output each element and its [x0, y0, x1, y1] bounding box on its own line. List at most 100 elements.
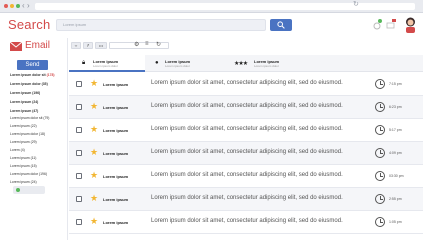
clock-icon [375, 79, 385, 89]
maximize-window-dot[interactable] [16, 4, 20, 8]
email-snippet: Lorem ipsum dolor sit amet, consectetur … [151, 80, 343, 86]
envelope-icon [10, 42, 22, 51]
row-checkbox[interactable] [76, 173, 82, 179]
email-row[interactable]: ★ Lorem ipsum Lorem ipsum dolor sit amet… [69, 119, 423, 142]
folder-item[interactable]: Lorem ipsum (29) [10, 140, 37, 144]
search-input[interactable]: Lorem ipsum [56, 19, 266, 31]
star-icon[interactable]: ★ [90, 216, 98, 227]
email-row[interactable]: ★ Lorem ipsum Lorem ipsum dolor sit amet… [69, 211, 423, 234]
email-sender: Lorem ipsum [103, 220, 129, 225]
three-stars-icon: ★★★ [234, 61, 248, 67]
minimize-window-dot[interactable] [10, 4, 14, 8]
folder-item-label: Lorem ipsum [10, 164, 30, 168]
row-checkbox[interactable] [76, 81, 82, 87]
folder-item-label: Lorem ipsum dolor sit [10, 116, 43, 120]
clock-icon [375, 102, 385, 112]
email-snippet: Lorem ipsum dolor sit amet, consectetur … [151, 172, 343, 178]
tab-primary[interactable]: 🔒︎ Lorem ipsum Lorem ipsum dolor [69, 55, 145, 72]
refresh-icon[interactable]: ↻ [156, 41, 161, 48]
email-row[interactable]: ★ Lorem ipsum Lorem ipsum dolor sit amet… [69, 165, 423, 188]
star-icon[interactable]: ★ [90, 124, 98, 135]
email-row[interactable]: ★ Lorem ipsum Lorem ipsum dolor sit amet… [69, 73, 423, 96]
sidebar-item[interactable]: Lorem ipsum dolor sit (178) [10, 73, 54, 77]
email-snippet: Lorem ipsum dolor sit amet, consectetur … [151, 126, 343, 132]
email-snippet: Lorem ipsum dolor sit amet, consectetur … [151, 218, 343, 224]
mail-tabs: 🔒︎ Lorem ipsum Lorem ipsum dolor ● Lorem… [69, 55, 423, 72]
app-header: Search Lorem ipsum [0, 13, 423, 38]
folder-item[interactable]: Lorem ipsum dolor (18) [10, 132, 45, 136]
notification-icons[interactable] [372, 17, 400, 31]
sidebar-item[interactable]: Lorem ipsum dolor (35) [10, 82, 48, 86]
folder-item[interactable]: Lorem ipsum (15) [10, 164, 37, 168]
email-time: 2:55 pm [389, 197, 402, 201]
row-checkbox[interactable] [76, 104, 82, 110]
sidebar-item[interactable]: Lorem ipsum (196) [10, 91, 40, 95]
folder-item-count: (79) [43, 116, 50, 120]
star-icon[interactable]: ★ [90, 170, 98, 181]
row-checkbox[interactable] [76, 150, 82, 156]
sidebar-item-label: Lorem ipsum [10, 100, 32, 104]
email-row[interactable]: ★ Lorem ipsum Lorem ipsum dolor sit amet… [69, 142, 423, 165]
back-arrow-icon[interactable]: ‹ [22, 1, 25, 10]
row-checkbox[interactable] [76, 127, 82, 133]
email-time: 6:23 pm [389, 105, 402, 109]
reply-button[interactable]: ‹› [71, 42, 81, 49]
send-button[interactable]: Send [17, 60, 48, 70]
folder-item-count: (4) [20, 148, 25, 152]
sidebar-item[interactable]: Lorem ipsum (47) [10, 109, 38, 113]
tab-promotions[interactable]: ★★★ Lorem ipsum Lorem ipsum dolor [225, 55, 301, 72]
row-checkbox[interactable] [76, 196, 82, 202]
mail-icon [386, 19, 396, 29]
menu-icon[interactable]: ≡ [145, 41, 149, 47]
star-icon[interactable]: ★ [90, 147, 98, 158]
folder-item-label: Lorem [10, 148, 20, 152]
search-icon [277, 21, 285, 29]
toolbar: ‹› ↱ ••• ⚙ ≡ ↻ [69, 38, 423, 55]
folder-item-count: (29) [30, 140, 37, 144]
email-time: 03:30 pm [389, 174, 404, 178]
search-button[interactable] [270, 19, 292, 31]
user-icon: ● [155, 60, 159, 66]
settings-gear-icon[interactable]: ⚙ [134, 41, 139, 48]
status-toggle[interactable] [13, 186, 45, 194]
tab-subtitle: Lorem ipsum dolor [93, 64, 118, 68]
sidebar-item-count: (35) [41, 82, 48, 86]
settings-icon [373, 22, 381, 30]
clock-icon [375, 148, 385, 158]
sidebar-item-label: Lorem ipsum [10, 91, 32, 95]
tab-subtitle: Lorem ipsum dolor [165, 64, 190, 68]
folder-item[interactable]: Lorem ipsum dolor sit (79) [10, 116, 49, 120]
star-icon[interactable]: ★ [90, 101, 98, 112]
folder-item[interactable]: Lorem ipsum (22) [10, 124, 37, 128]
sidebar-item[interactable]: Lorem ipsum (24) [10, 100, 38, 104]
more-button[interactable]: ••• [95, 42, 107, 49]
folder-item[interactable]: Lorem (4) [10, 148, 25, 152]
tab-social[interactable]: ● Lorem ipsum Lorem ipsum dolor [147, 55, 223, 72]
folder-item-label: Lorem ipsum [10, 156, 30, 160]
email-sender: Lorem ipsum [103, 105, 129, 110]
email-time: 4:09 pm [389, 151, 402, 155]
close-window-dot[interactable] [4, 4, 8, 8]
star-icon[interactable]: ★ [90, 193, 98, 204]
alert-icon [378, 19, 382, 23]
forward-arrow-icon[interactable]: › [27, 1, 30, 10]
folder-item-label: Lorem ipsum dolor [10, 132, 39, 136]
email-snippet: Lorem ipsum dolor sit amet, consectetur … [151, 149, 343, 155]
forward-button[interactable]: ↱ [83, 42, 93, 49]
folder-item[interactable]: Lorem ipsum (24) [10, 180, 37, 184]
email-sender: Lorem ipsum [103, 174, 129, 179]
folder-item[interactable]: Lorem ipsum (11) [10, 156, 36, 160]
lock-icon: 🔒︎ [82, 60, 86, 66]
sidebar-item-label: Lorem ipsum dolor [10, 82, 41, 86]
folder-item[interactable]: Lorem ipsum dolor (196) [10, 172, 47, 176]
folder-item-count: (24) [30, 180, 37, 184]
clock-icon [375, 125, 385, 135]
email-snippet: Lorem ipsum dolor sit amet, consectetur … [151, 195, 343, 201]
reload-icon[interactable]: ↻ [353, 0, 359, 8]
email-time: 7:15 pm [389, 82, 402, 86]
row-checkbox[interactable] [76, 219, 82, 225]
email-row[interactable]: ★ Lorem ipsum Lorem ipsum dolor sit amet… [69, 96, 423, 119]
star-icon[interactable]: ★ [90, 78, 98, 89]
email-row[interactable]: ★ Lorem ipsum Lorem ipsum dolor sit amet… [69, 188, 423, 211]
avatar[interactable] [403, 16, 418, 33]
